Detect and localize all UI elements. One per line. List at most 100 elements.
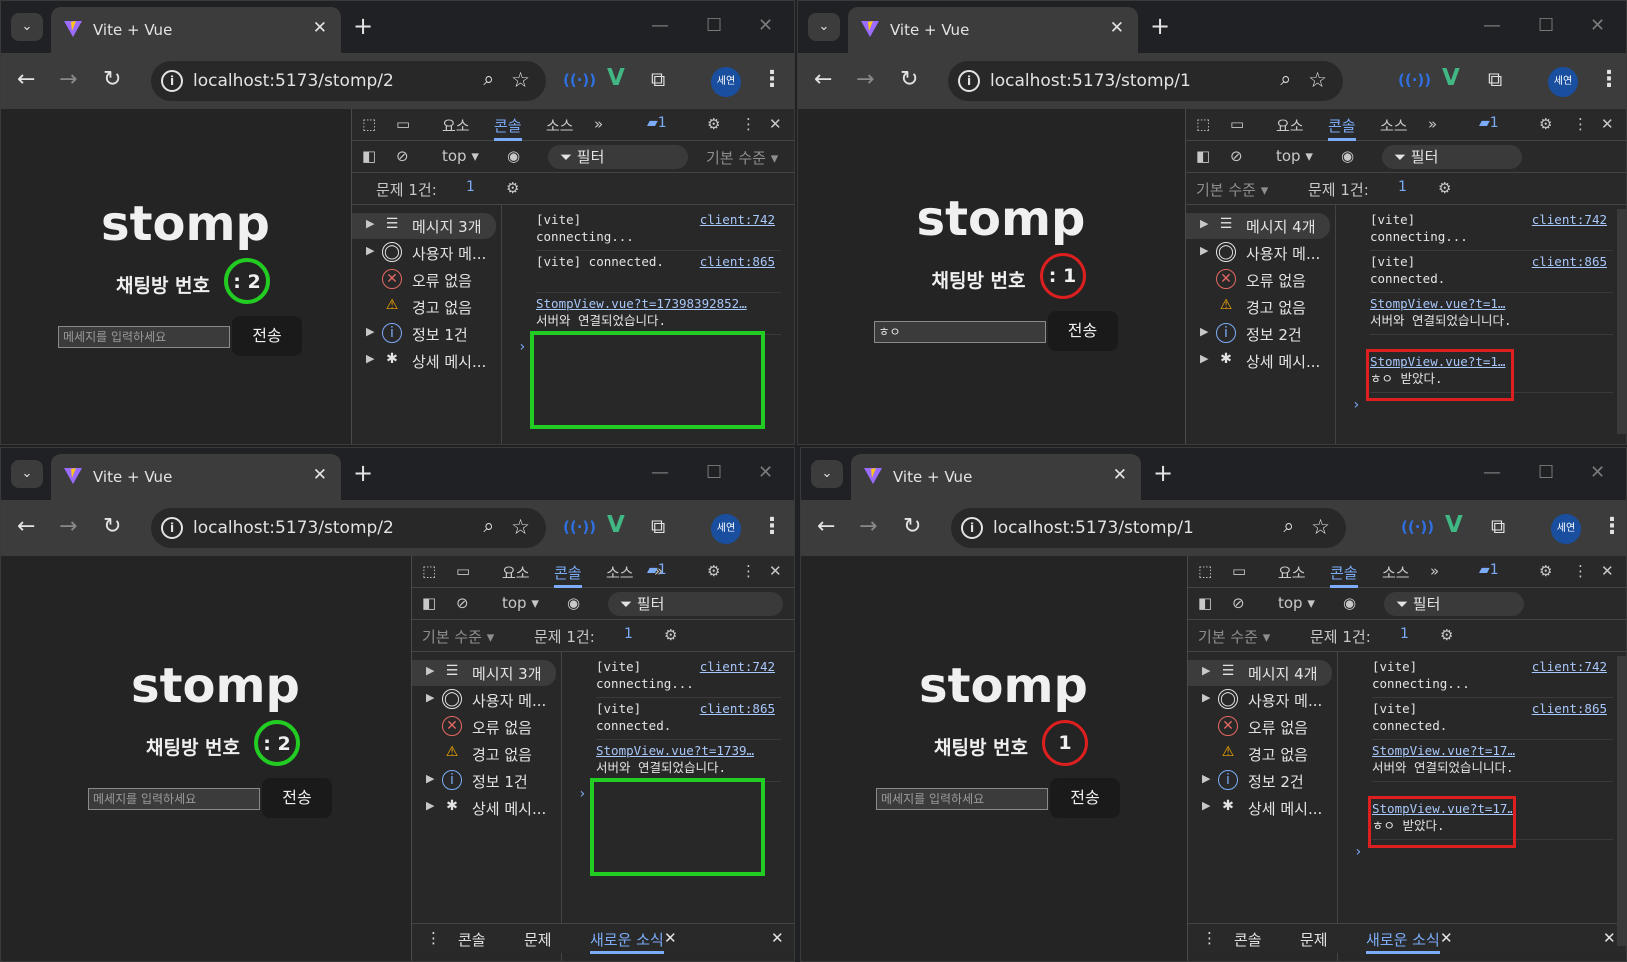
tab-close-icon[interactable]: ✕	[313, 465, 327, 485]
window-close-icon[interactable]: ✕	[758, 15, 773, 36]
issues-count[interactable]: 1	[1398, 179, 1407, 195]
source-link[interactable]: client:865	[700, 253, 775, 270]
expand-arrow-icon[interactable]: ▶	[366, 325, 374, 338]
console-prompt-icon[interactable]: ›	[518, 339, 526, 355]
devtools-tab-console[interactable]: 콘솔	[1330, 562, 1358, 588]
devtools-tab-console[interactable]: 콘솔	[554, 562, 582, 588]
maximize-icon[interactable]: ☐	[706, 15, 722, 36]
site-info-icon[interactable]: i	[961, 517, 983, 539]
console-line-1[interactable]: StompView.vue?t=1739…	[596, 742, 781, 759]
new-tab-button[interactable]: +	[1153, 459, 1173, 487]
issues-count[interactable]: 1	[466, 179, 475, 195]
extension-wave-icon[interactable]: ((·))	[563, 71, 596, 89]
drawer-tab[interactable]: 콘솔	[458, 929, 486, 950]
devtools-menu-icon[interactable]: ⋮	[741, 562, 756, 580]
drawer-tab[interactable]: 새로운 소식	[590, 929, 664, 954]
more-tabs-icon[interactable]: »	[1430, 562, 1439, 580]
context-select[interactable]: top ▾	[442, 147, 479, 165]
drawer-tab[interactable]: 콘솔	[1234, 929, 1262, 950]
source-link[interactable]: client:742	[1532, 658, 1607, 675]
site-info-icon[interactable]: i	[958, 70, 980, 92]
tab-search-chevron-icon[interactable]: ⌄	[811, 460, 843, 488]
back-icon[interactable]: ←	[17, 514, 35, 539]
vue-devtools-icon[interactable]: V	[1445, 512, 1463, 538]
sidebar-item[interactable]: ▶ ◯ 사용자 메...	[1186, 240, 1330, 266]
back-icon[interactable]: ←	[814, 67, 832, 92]
context-select[interactable]: top ▾	[1278, 594, 1315, 612]
device-toolbar-icon[interactable]: ▭	[1232, 562, 1246, 580]
source-link[interactable]: client:865	[1532, 253, 1607, 270]
console-prompt-icon[interactable]: ›	[1354, 844, 1362, 860]
console-prompt-icon[interactable]: ›	[578, 786, 586, 802]
sidebar-item[interactable]: ⚠ 경고 없음	[352, 294, 496, 320]
sidebar-item[interactable]: ✕ 오류 없음	[1188, 714, 1332, 740]
tab-search-chevron-icon[interactable]: ⌄	[808, 13, 840, 41]
devtools-tab-sources[interactable]: 소스	[1382, 562, 1410, 583]
send-button[interactable]: 전송	[1050, 778, 1120, 818]
forward-icon[interactable]: →	[859, 514, 877, 539]
expand-arrow-icon[interactable]: ▶	[1202, 772, 1210, 785]
maximize-icon[interactable]: ☐	[1538, 462, 1554, 483]
devtools-tab-elements[interactable]: 요소	[1278, 562, 1306, 583]
message-input[interactable]: 메세지를 입력하세요	[88, 788, 260, 810]
console-line-1[interactable]: StompView.vue?t=17…	[1372, 742, 1613, 759]
devtools-tab-sources[interactable]: 소스	[606, 562, 634, 583]
drawer-tab[interactable]: 문제	[524, 929, 552, 950]
message-input[interactable]: ㅎㅇ	[873, 321, 1046, 343]
drawer-tab[interactable]: 새로운 소식	[1366, 929, 1440, 954]
sidebar-toggle-icon[interactable]: ◧	[362, 147, 376, 165]
issues-count[interactable]: 1	[1400, 626, 1409, 642]
more-tabs-icon[interactable]: »	[1428, 115, 1437, 133]
settings-gear-icon[interactable]: ⚙	[707, 562, 720, 580]
browser-tab[interactable]: Vite + Vue ✕	[51, 7, 341, 53]
reload-icon[interactable]: ↻	[903, 514, 921, 539]
new-tab-button[interactable]: +	[353, 12, 373, 40]
reload-icon[interactable]: ↻	[103, 67, 121, 92]
extension-wave-icon[interactable]: ((·))	[1401, 518, 1434, 536]
context-select[interactable]: top ▾	[502, 594, 539, 612]
tab-close-icon[interactable]: ✕	[1113, 465, 1127, 485]
browser-menu-icon[interactable]: ⋮	[1601, 514, 1623, 539]
devtools-menu-icon[interactable]: ⋮	[1573, 115, 1588, 133]
reload-icon[interactable]: ↻	[900, 67, 918, 92]
drawer-tab[interactable]: 문제	[1300, 929, 1328, 950]
expand-arrow-icon[interactable]: ▶	[426, 691, 434, 704]
console-prompt-icon[interactable]: ›	[1352, 397, 1360, 413]
sidebar-item[interactable]: ▶ i 정보 1건	[412, 768, 556, 794]
sidebar-item[interactable]: ⚠ 경고 없음	[1188, 741, 1332, 767]
source-link[interactable]: client:742	[700, 211, 775, 228]
zoom-icon[interactable]: ⌕	[1280, 68, 1291, 90]
profile-avatar[interactable]: 세연	[711, 514, 741, 544]
window-close-icon[interactable]: ✕	[758, 462, 773, 483]
drawer-tab-close-icon[interactable]: ✕	[664, 929, 677, 947]
devtools-close-icon[interactable]: ✕	[1601, 115, 1614, 133]
live-expression-eye-icon[interactable]: ◉	[567, 594, 580, 612]
inspect-element-icon[interactable]: ⬚	[362, 115, 376, 133]
drawer-tab-close-icon[interactable]: ✕	[1440, 929, 1453, 947]
issues-badge[interactable]: ▰1	[647, 562, 667, 578]
inspect-element-icon[interactable]: ⬚	[1198, 562, 1212, 580]
extensions-puzzle-icon[interactable]: ⧉	[651, 514, 665, 538]
source-link[interactable]: client:742	[700, 658, 775, 675]
expand-arrow-icon[interactable]: ▶	[1200, 352, 1208, 365]
device-toolbar-icon[interactable]: ▭	[1230, 115, 1244, 133]
log-levels-select[interactable]: 기본 수준 ▾	[1198, 626, 1270, 647]
sidebar-item[interactable]: ▶ ◯ 사용자 메...	[1188, 687, 1332, 713]
bookmark-star-icon[interactable]: ☆	[1308, 68, 1327, 92]
devtools-tab-console[interactable]: 콘솔	[494, 115, 522, 141]
message-input[interactable]: 메세지를 입력하세요	[876, 788, 1048, 810]
new-tab-button[interactable]: +	[1150, 12, 1170, 40]
clear-console-icon[interactable]: ⊘	[456, 594, 469, 612]
address-bar[interactable]: i localhost:5173/stomp/2 ⌕ ☆	[151, 61, 546, 101]
tab-close-icon[interactable]: ✕	[313, 18, 327, 38]
filter-input[interactable]: ⏷ 필터	[608, 592, 783, 616]
issues-badge[interactable]: ▰1	[1479, 562, 1499, 578]
vue-devtools-icon[interactable]: V	[607, 65, 625, 91]
source-link[interactable]: client:865	[700, 700, 775, 717]
message-input[interactable]: 메세지를 입력하세요	[58, 326, 230, 348]
filter-input[interactable]: ⏷ 필터	[1382, 145, 1522, 169]
drawer-menu-icon[interactable]: ⋮	[426, 929, 441, 947]
forward-icon[interactable]: →	[59, 67, 77, 92]
sidebar-item[interactable]: ▶ ☰ 메시지 3개	[412, 660, 556, 686]
expand-arrow-icon[interactable]: ▶	[366, 352, 374, 365]
